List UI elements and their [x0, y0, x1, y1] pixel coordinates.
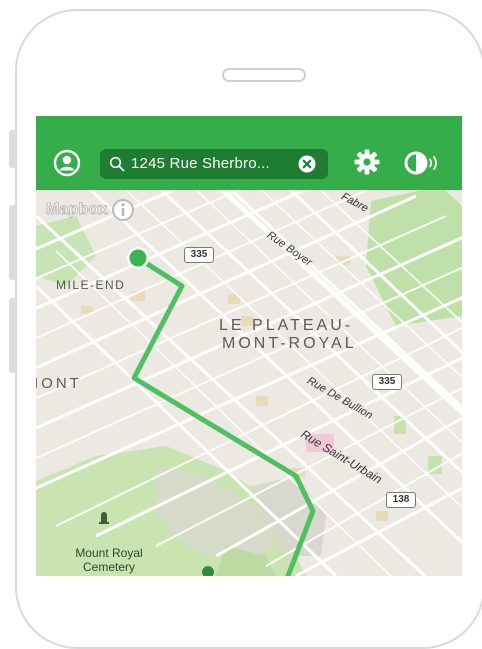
- park-label-line: Mount Royal: [75, 546, 143, 560]
- phone-mute-switch: [9, 130, 16, 168]
- route-shield: 335: [372, 374, 402, 390]
- origin-marker-dot: [129, 249, 147, 267]
- park-label: Mount Royal Cemetery: [69, 546, 149, 574]
- neighborhood-label: LE PLATEAU-: [219, 317, 354, 334]
- phone-volume-down: [9, 298, 16, 373]
- info-icon[interactable]: [111, 198, 135, 222]
- phone-speaker: [222, 68, 306, 82]
- speaker-waves-icon[interactable]: [403, 149, 443, 177]
- gear-icon[interactable]: [353, 148, 381, 176]
- magnifier-icon: [109, 156, 125, 172]
- search-input[interactable]: 1245 Rue Sherbro...: [100, 149, 328, 179]
- route-shield: 335: [184, 247, 214, 263]
- x-circle-icon[interactable]: [298, 155, 316, 173]
- neighborhood-label: MILE-END: [56, 278, 126, 292]
- search-value: 1245 Rue Sherbro...: [131, 155, 270, 172]
- user-circle-icon[interactable]: [53, 149, 81, 177]
- app-screen: Mapbox MILE-END LE PLATEAU- MONT-ROYAL I…: [36, 116, 462, 576]
- phone-volume-up: [9, 205, 16, 280]
- park-label-line: Cemetery: [82, 560, 135, 574]
- mapbox-logo: Mapbox: [46, 201, 108, 219]
- app-top-bar: 1245 Rue Sherbro...: [36, 116, 462, 190]
- map-attribution: Mapbox: [46, 198, 135, 222]
- neighborhood-label: MONT-ROYAL: [222, 335, 357, 352]
- route-shield: 138: [386, 492, 416, 508]
- neighborhood-label: IONT: [36, 375, 82, 392]
